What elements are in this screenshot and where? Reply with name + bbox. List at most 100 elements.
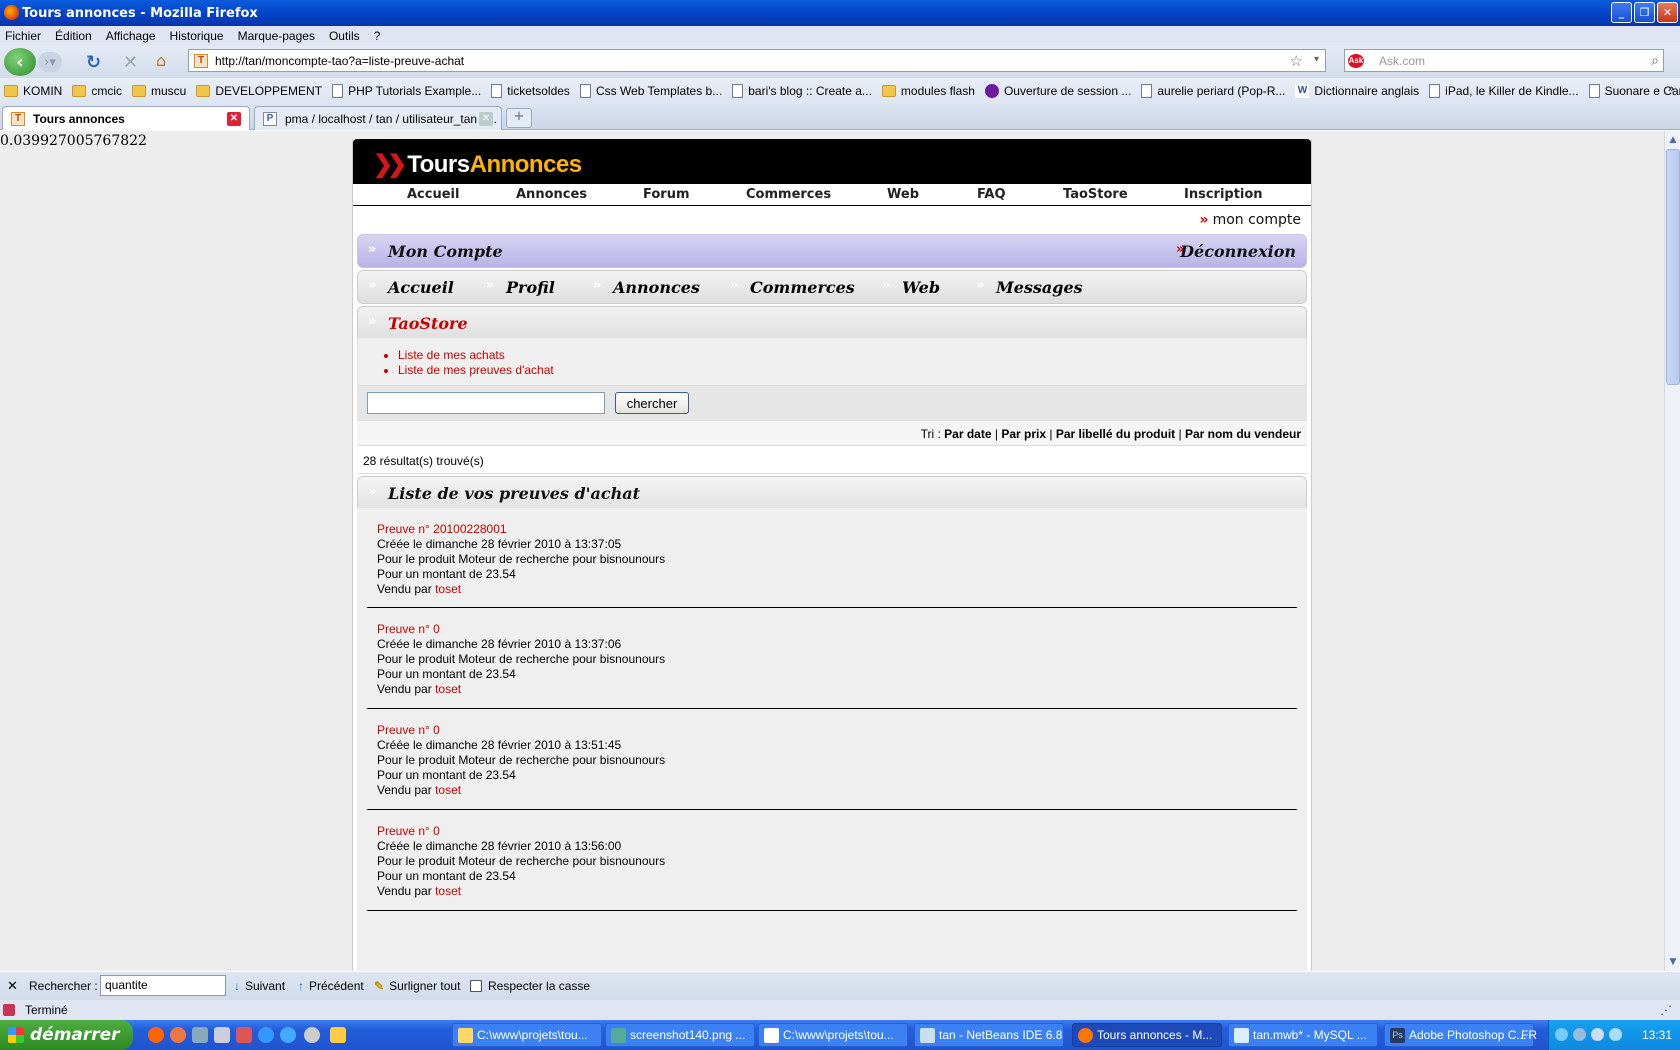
menu-affichage[interactable]: Affichage — [106, 29, 156, 43]
chevron-down-icon[interactable]: ▾ — [1314, 54, 1319, 65]
secnav-web[interactable]: Web — [902, 278, 940, 297]
bookmark-item[interactable]: KOMIN — [4, 84, 62, 98]
proof-number-link[interactable]: Preuve n° 0 — [377, 723, 1297, 738]
sort-by-product[interactable]: Par libellé du produit — [1056, 427, 1175, 441]
volume-icon[interactable] — [1591, 1028, 1604, 1041]
topnav-forum[interactable]: Forum — [643, 187, 690, 202]
bookmark-item[interactable]: iPad, le Killer de Kindle... — [1429, 84, 1579, 98]
home-icon[interactable]: ⌂ — [156, 51, 166, 70]
search-engine-input[interactable]: Ask Ask.com ⌕ — [1344, 49, 1664, 72]
menu-fichier[interactable]: Fichier — [5, 29, 41, 43]
close-window-button[interactable]: ✕ — [1657, 2, 1678, 23]
menu-marque-pages[interactable]: Marque-pages — [238, 29, 315, 43]
topnav-accueil[interactable]: Accueil — [407, 187, 459, 202]
bookmark-item[interactable]: bari's blog :: Create a... — [732, 84, 872, 98]
secnav-messages[interactable]: Messages — [996, 278, 1083, 297]
bookmark-item[interactable]: Suonare e Cantare su... — [1588, 84, 1680, 98]
bookmark-item[interactable]: modules flash — [881, 84, 975, 98]
back-button[interactable]: ‹ — [4, 48, 36, 76]
topnav-commerces[interactable]: Commerces — [746, 187, 831, 202]
proof-number-link[interactable]: Preuve n° 0 — [377, 622, 1297, 637]
bookmark-item[interactable]: W Dictionnaire anglais — [1295, 84, 1419, 98]
bookmark-star-icon[interactable]: ☆ — [1290, 52, 1303, 70]
disc-launch-icon[interactable] — [304, 1027, 320, 1043]
link-mes-preuves[interactable]: Liste de mes preuves d'achat — [398, 363, 1306, 377]
scrollbar-thumb[interactable] — [1666, 149, 1680, 385]
minimize-button[interactable]: _ — [1611, 2, 1632, 23]
folder-launch-icon[interactable] — [330, 1027, 346, 1043]
sort-by-seller[interactable]: Par nom du vendeur — [1185, 427, 1301, 441]
seller-link[interactable]: toset — [435, 884, 461, 898]
sort-by-price[interactable]: Par prix — [1001, 427, 1046, 441]
scroll-up-icon[interactable]: ▲ — [1666, 133, 1680, 147]
firefox-alt-launch-icon[interactable] — [170, 1027, 186, 1043]
menu-edition[interactable]: Édition — [55, 29, 92, 43]
bookmark-item[interactable]: Css Web Templates b... — [579, 84, 722, 98]
mon-compte-link[interactable]: » mon compte — [1200, 212, 1301, 228]
task-netbeans[interactable]: tan - NetBeans IDE 6.8 — [914, 1023, 1064, 1047]
secnav-accueil[interactable]: Accueil — [388, 278, 454, 297]
scroll-down-icon[interactable]: ▼ — [1666, 955, 1680, 969]
seller-link[interactable]: toset — [435, 783, 461, 797]
vertical-scrollbar[interactable]: ▲ ▼ — [1664, 131, 1680, 971]
network-icon[interactable] — [1573, 1028, 1586, 1041]
close-tab-icon[interactable]: ✕ — [479, 112, 493, 126]
users-launch-icon[interactable] — [192, 1027, 208, 1043]
topnav-web[interactable]: Web — [887, 187, 919, 202]
task-firefox[interactable]: Tours annonces - M... — [1072, 1023, 1222, 1047]
ie-launch-icon[interactable] — [258, 1027, 274, 1043]
search-icon[interactable]: ⌕ — [1651, 52, 1659, 69]
task-screenshot[interactable]: screenshot140.png ... — [605, 1023, 755, 1047]
find-input[interactable]: quantite — [100, 975, 226, 996]
seller-link[interactable]: toset — [435, 682, 461, 696]
find-next-button[interactable]: ↓ Suivant — [234, 979, 285, 993]
topnav-taostore[interactable]: TaoStore — [1063, 187, 1128, 202]
bookmark-item[interactable]: PHP Tutorials Example... — [332, 84, 481, 98]
secnav-annonces[interactable]: Annonces — [613, 278, 700, 297]
menu-help[interactable]: ? — [374, 29, 381, 43]
bookmarks-overflow-icon[interactable]: » — [1668, 83, 1674, 95]
seller-link[interactable]: toset — [435, 582, 461, 596]
search-button[interactable]: chercher — [615, 392, 689, 414]
tray-back-icon[interactable] — [1555, 1028, 1568, 1041]
match-case-checkbox[interactable]: Respecter la casse — [470, 979, 590, 993]
security-icon[interactable] — [1609, 1028, 1622, 1041]
reload-icon[interactable]: ↻ — [86, 52, 101, 73]
tab-phpmyadmin[interactable]: P pma / localhost / tan / utilisateur_ta… — [254, 106, 502, 130]
search-input[interactable] — [367, 392, 605, 414]
find-previous-button[interactable]: ↑ Précédent — [298, 979, 364, 993]
forward-button[interactable]: ›▾ — [38, 52, 62, 72]
close-find-icon[interactable]: ✕ — [7, 978, 18, 994]
bookmark-item[interactable]: cmcic — [72, 84, 122, 98]
task-explorer-1[interactable]: C:\www\projets\tou... — [452, 1023, 602, 1047]
task-mysql[interactable]: tan.mwb* - MySQL ... — [1228, 1023, 1378, 1047]
proof-number-link[interactable]: Preuve n° 0 — [377, 824, 1297, 839]
bookmark-item[interactable]: muscu — [132, 84, 186, 98]
close-tab-icon[interactable]: ✕ — [227, 112, 241, 126]
secnav-commerces[interactable]: Commerces — [750, 278, 855, 297]
secnav-profil[interactable]: Profil — [506, 278, 555, 297]
resize-grip-icon[interactable]: ⋰ — [1660, 1003, 1672, 1017]
firefox-launch-icon[interactable] — [148, 1027, 164, 1043]
tools-launch-icon[interactable] — [214, 1027, 230, 1043]
ask-engine-icon[interactable]: Ask — [1348, 54, 1364, 68]
highlight-all-button[interactable]: ✎ Surligner tout — [374, 979, 460, 993]
bookmark-item[interactable]: Ouverture de session ... — [984, 84, 1131, 98]
tab-tours-annonces[interactable]: T Tours annonces ✕ — [2, 106, 250, 130]
app-launch-icon[interactable] — [236, 1027, 252, 1043]
sort-by-date[interactable]: Par date — [944, 427, 991, 441]
bookmark-item[interactable]: aurelie periard (Pop-R... — [1141, 84, 1285, 98]
link-mes-achats[interactable]: Liste de mes achats — [398, 348, 1306, 362]
language-indicator[interactable]: FR — [1521, 1028, 1537, 1042]
task-photoshop[interactable]: Ps Adobe Photoshop C... — [1384, 1023, 1534, 1047]
topnav-inscription[interactable]: Inscription — [1184, 187, 1263, 202]
ie-alt-launch-icon[interactable] — [280, 1027, 296, 1043]
proof-number-link[interactable]: Preuve n° 20100228001 — [377, 522, 1297, 537]
menu-outils[interactable]: Outils — [329, 29, 360, 43]
maximize-button[interactable]: ❐ — [1634, 2, 1655, 23]
menu-historique[interactable]: Historique — [170, 29, 224, 43]
logout-link[interactable]: Déconnexion — [1180, 242, 1296, 261]
bookmark-item[interactable]: DEVELOPPEMENT — [196, 84, 322, 98]
topnav-faq[interactable]: FAQ — [977, 187, 1006, 202]
topnav-annonces[interactable]: Annonces — [516, 187, 587, 202]
